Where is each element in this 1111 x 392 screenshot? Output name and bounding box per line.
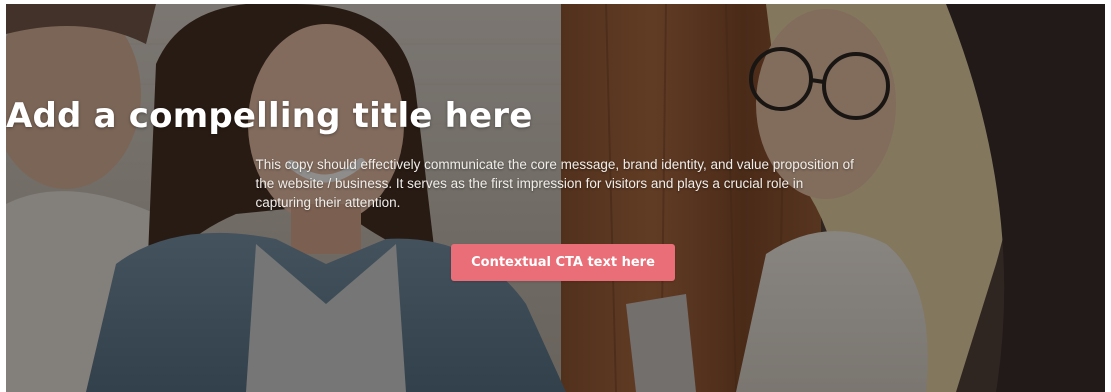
- cta-button[interactable]: Contextual CTA text here: [451, 244, 675, 281]
- hero-title: Add a compelling title here: [6, 96, 533, 136]
- hero-description: This copy should effectively communicate…: [255, 157, 854, 210]
- hero-section: Add a compelling title here This copy sh…: [6, 4, 1105, 392]
